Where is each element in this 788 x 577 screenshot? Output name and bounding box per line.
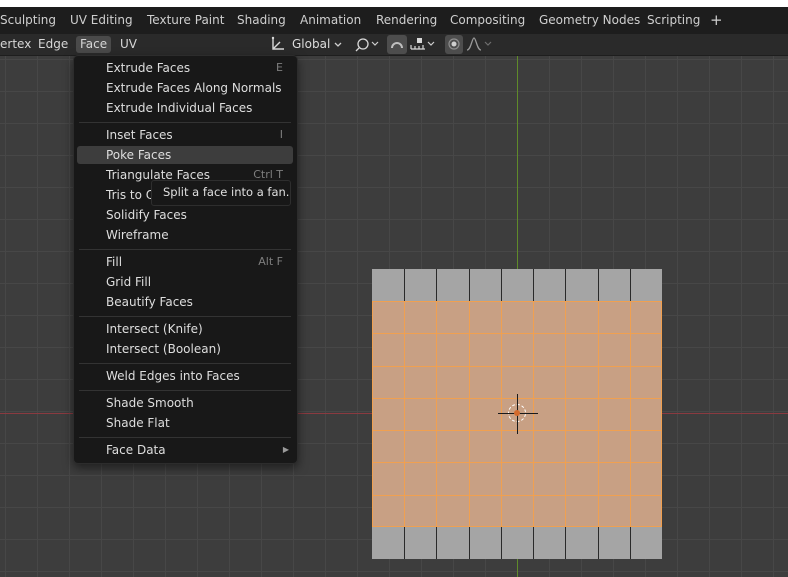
- menu-separator: [79, 122, 291, 123]
- menu-item-intersect-boolean[interactable]: Intersect (Boolean): [77, 340, 293, 358]
- chevron-down-icon: [334, 42, 342, 47]
- menu-item-shortcut: E: [276, 61, 283, 74]
- transform-orientation-icon: [271, 36, 284, 50]
- menu-item-label: Shade Smooth: [106, 396, 194, 410]
- tab-shading[interactable]: Shading: [237, 7, 286, 34]
- menu-edge[interactable]: Edge: [34, 36, 72, 53]
- snap-toggle[interactable]: [387, 35, 407, 54]
- menu-separator: [79, 363, 291, 364]
- menu-item-label: Wireframe: [106, 228, 169, 242]
- origin-dot: [514, 410, 520, 416]
- transform-orientation-dropdown[interactable]: Global: [268, 35, 346, 54]
- pivot-point-dropdown[interactable]: [352, 35, 382, 54]
- proportional-editing-toggle[interactable]: [445, 35, 463, 54]
- menu-item-label: Poke Faces: [106, 148, 172, 162]
- add-workspace-button[interactable]: +: [710, 7, 723, 34]
- menu-item-beautify-faces[interactable]: Beautify Faces: [77, 293, 293, 311]
- proportional-link-icon: [355, 38, 379, 52]
- menu-item-extrude-faces-along-normals[interactable]: Extrude Faces Along Normals: [77, 79, 293, 97]
- tooltip-text: Split a face into a fan.: [163, 185, 290, 199]
- snap-target-dropdown[interactable]: [408, 35, 438, 54]
- menu-item-wireframe[interactable]: Wireframe: [77, 226, 293, 244]
- menu-item-intersect-knife[interactable]: Intersect (Knife): [77, 320, 293, 338]
- menu-item-shortcut: I: [279, 128, 283, 141]
- snap-icon: [391, 42, 403, 49]
- menu-item-fill[interactable]: Fill Alt F: [77, 253, 293, 271]
- menu-item-shade-smooth[interactable]: Shade Smooth: [77, 394, 293, 412]
- menu-item-weld-edges-into-faces[interactable]: Weld Edges into Faces: [77, 367, 293, 385]
- face-menu: Extrude Faces E Extrude Faces Along Norm…: [73, 55, 298, 464]
- menu-item-label: Extrude Faces Along Normals: [106, 81, 282, 95]
- falloff-dropdown[interactable]: [464, 35, 496, 54]
- tooltip-poke-faces: Split a face into a fan.: [151, 180, 291, 206]
- menu-item-label: Extrude Faces: [106, 61, 191, 75]
- window-top-strip: [0, 0, 788, 7]
- submenu-arrow-icon: ▶: [282, 445, 289, 454]
- tab-scripting[interactable]: Scripting: [647, 7, 700, 34]
- menu-item-label: Inset Faces: [106, 128, 173, 142]
- menu-separator: [79, 249, 291, 250]
- viewport-header: ertex Edge Face UV Global: [0, 34, 788, 56]
- menu-item-solidify-faces[interactable]: Solidify Faces: [77, 206, 293, 224]
- menu-item-extrude-individual-faces[interactable]: Extrude Individual Faces: [77, 99, 293, 117]
- menu-item-extrude-faces[interactable]: Extrude Faces E: [77, 59, 293, 77]
- menu-item-label: Extrude Individual Faces: [106, 101, 253, 115]
- menu-item-shortcut: Alt F: [258, 255, 283, 268]
- menu-item-label: Fill: [106, 255, 123, 269]
- menu-item-inset-faces[interactable]: Inset Faces I: [77, 126, 293, 144]
- snap-increment-icon: [410, 38, 435, 50]
- menu-item-label: Weld Edges into Faces: [106, 369, 240, 383]
- menu-item-label: Solidify Faces: [106, 208, 187, 222]
- menu-separator: [79, 316, 291, 317]
- menu-item-grid-fill[interactable]: Grid Fill: [77, 273, 293, 291]
- tab-compositing[interactable]: Compositing: [450, 7, 525, 34]
- tab-uv-editing[interactable]: UV Editing: [70, 7, 133, 34]
- menu-item-label: Grid Fill: [106, 275, 152, 289]
- menu-item-face-data[interactable]: Face Data ▶: [77, 441, 293, 459]
- menu-item-label: Intersect (Boolean): [106, 342, 221, 356]
- tab-sculpting[interactable]: Sculpting: [0, 7, 56, 34]
- menu-separator: [79, 390, 291, 391]
- falloff-curve-icon: [466, 37, 492, 51]
- menu-item-label: Shade Flat: [106, 416, 170, 430]
- menu-item-label: Intersect (Knife): [106, 322, 203, 336]
- menu-item-label: Face Data: [106, 443, 166, 457]
- tab-geometry-nodes[interactable]: Geometry Nodes: [539, 7, 640, 34]
- workspace-tabs-bar: Sculpting UV Editing Texture Paint Shadi…: [0, 7, 788, 35]
- menu-item-label: Tris to Q: [106, 188, 156, 202]
- menu-vertex[interactable]: ertex: [0, 36, 35, 53]
- menu-item-shade-flat[interactable]: Shade Flat: [77, 414, 293, 432]
- menu-item-label: Beautify Faces: [106, 295, 193, 309]
- tab-texture-paint[interactable]: Texture Paint: [147, 7, 224, 34]
- tab-rendering[interactable]: Rendering: [376, 7, 437, 34]
- menu-face[interactable]: Face: [76, 36, 112, 53]
- menu-uv[interactable]: UV: [116, 36, 141, 53]
- menu-item-poke-faces[interactable]: Poke Faces: [77, 146, 293, 164]
- tab-animation[interactable]: Animation: [300, 7, 361, 34]
- menu-separator: [79, 437, 291, 438]
- proportional-editing-icon: [448, 38, 460, 50]
- orientation-label: Global: [292, 37, 331, 51]
